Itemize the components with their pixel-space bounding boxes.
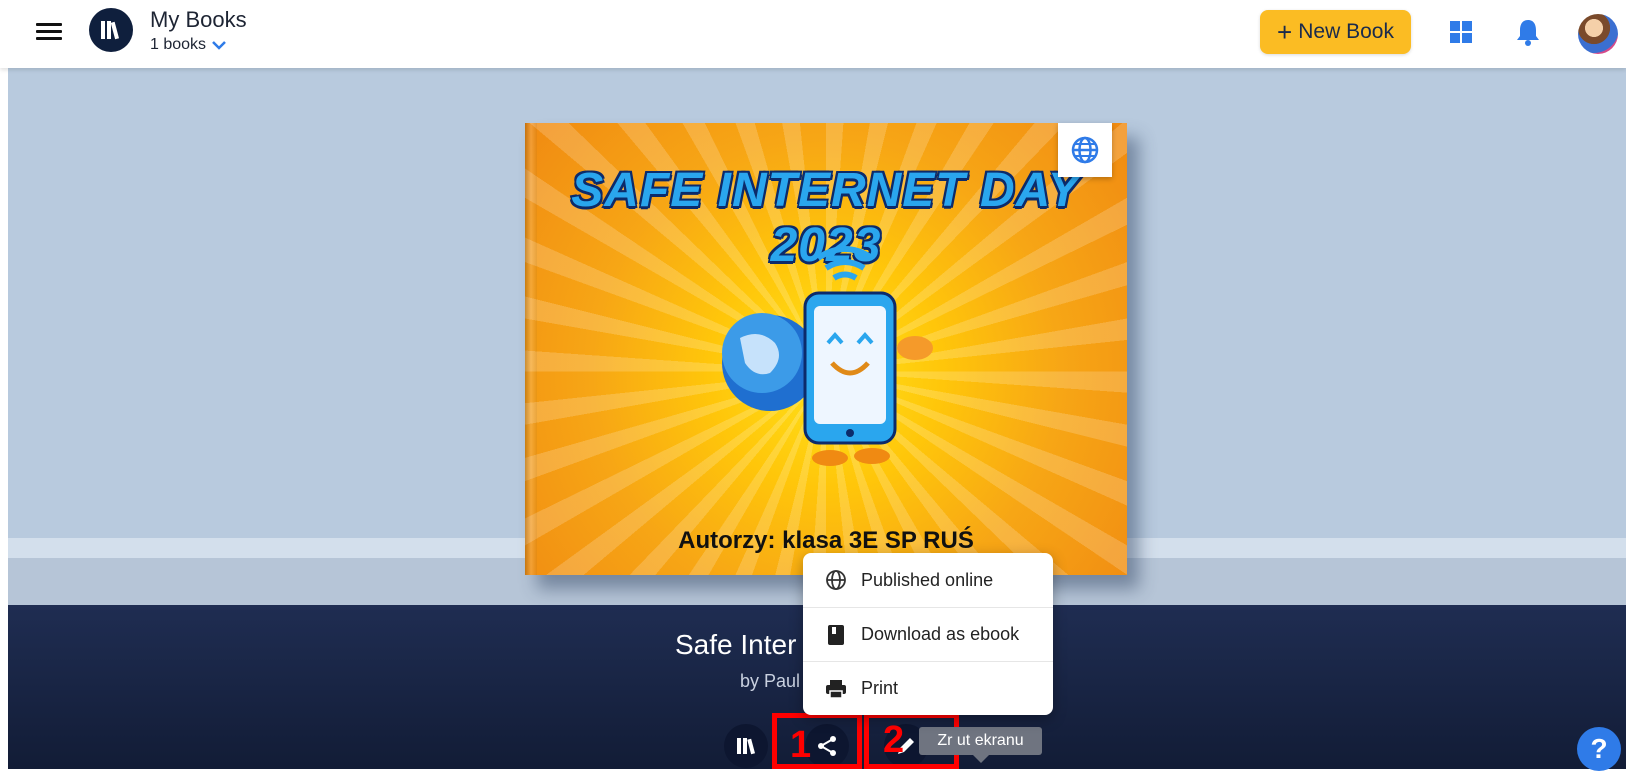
book-title: Safe Inter	[675, 629, 797, 660]
new-book-label: New Book	[1298, 20, 1394, 43]
globe-icon	[825, 569, 847, 591]
globe-icon	[1071, 136, 1099, 164]
cover-authors: Autorzy: klasa 3E SP RUŚ	[678, 527, 974, 554]
share-menu: Published online Download as ebook Print	[803, 553, 1053, 715]
tablet-globe-illustration	[722, 246, 933, 466]
chevron-down-icon	[212, 41, 226, 50]
menu-item-print[interactable]: Print	[803, 661, 1053, 715]
menu-item-download-ebook[interactable]: Download as ebook	[803, 607, 1053, 661]
page-title: My Books	[150, 7, 247, 32]
annotation-number-2: 2	[883, 719, 905, 761]
hamburger-menu-icon[interactable]	[36, 20, 62, 42]
tooltip-arrow	[973, 755, 989, 763]
books-count-dropdown[interactable]: 1 books	[150, 36, 226, 54]
menu-item-label: Published online	[861, 569, 994, 590]
printer-icon	[825, 678, 847, 700]
library-button[interactable]	[724, 724, 768, 768]
new-book-button[interactable]: + New Book	[1260, 10, 1411, 54]
top-app-bar: My Books 1 books + New Book	[0, 0, 1626, 68]
books-count-label: 1 books	[150, 36, 207, 53]
book-icon	[825, 624, 847, 646]
screenshot-tooltip: Zr ut ekranu	[919, 727, 1042, 755]
notifications-bell-icon[interactable]	[1515, 18, 1541, 46]
grid-view-icon[interactable]	[1450, 21, 1472, 43]
menu-item-label: Print	[861, 678, 899, 698]
books-icon	[737, 738, 756, 755]
book-cover[interactable]: SAFE INTERNET DAY 2023 Autorzy: klasa 3E…	[525, 123, 1127, 575]
book-author: by Paul	[740, 671, 801, 691]
annotation-number-1: 1	[790, 724, 812, 766]
published-online-badge[interactable]	[1058, 123, 1112, 177]
user-avatar[interactable]	[1578, 14, 1618, 54]
help-button[interactable]: ?	[1577, 727, 1621, 771]
menu-item-label: Download as ebook	[861, 624, 1020, 644]
annotation-highlight-1	[772, 713, 862, 769]
books-logo-icon	[89, 8, 133, 52]
menu-item-published-online[interactable]: Published online	[803, 553, 1053, 607]
plus-icon: +	[1277, 17, 1293, 47]
